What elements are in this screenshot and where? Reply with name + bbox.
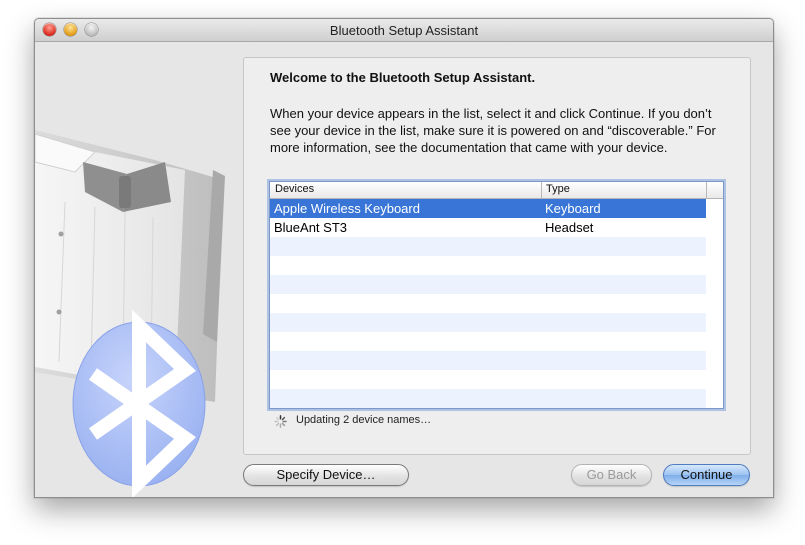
device-name-cell: Apple Wireless Keyboard [274, 201, 420, 216]
empty-row [270, 351, 706, 370]
bluetooth-setup-window: Bluetooth Setup Assistant Welcome to the… [34, 18, 774, 498]
status-text: Updating 2 device names… [296, 414, 432, 426]
empty-row [270, 389, 706, 408]
empty-row [270, 332, 706, 351]
empty-row [270, 313, 706, 332]
go-back-button[interactable]: Go Back [571, 464, 652, 486]
device-name-cell: BlueAnt ST3 [274, 220, 347, 235]
window-title: Bluetooth Setup Assistant [329, 23, 479, 38]
device-type-cell: Keyboard [545, 201, 601, 216]
devices-column-header[interactable]: Devices [275, 183, 314, 195]
instructions-text: When your device appears in the list, se… [270, 106, 716, 155]
column-divider [706, 182, 707, 198]
device-type-cell: Headset [545, 220, 594, 235]
device-table[interactable]: Devices Type Apple Wireless Keyboard Key… [269, 181, 724, 409]
table-row[interactable]: Apple Wireless Keyboard Keyboard [270, 199, 706, 218]
spinner-icon [274, 415, 287, 428]
continue-button[interactable]: Continue [663, 464, 750, 486]
specify-device-button[interactable]: Specify Device… [243, 464, 409, 486]
type-column-header[interactable]: Type [546, 183, 570, 195]
empty-row [270, 237, 706, 256]
table-header: Devices Type [270, 182, 723, 199]
empty-row [270, 275, 706, 294]
bluetooth-butler-icon [35, 130, 225, 497]
content-panel: Welcome to the Bluetooth Setup Assistant… [243, 57, 751, 455]
empty-row [270, 370, 706, 389]
empty-row [270, 256, 706, 275]
table-row[interactable]: BlueAnt ST3 Headset [270, 218, 706, 237]
empty-row [270, 294, 706, 313]
welcome-heading: Welcome to the Bluetooth Setup Assistant… [270, 70, 536, 85]
title-bar[interactable]: Bluetooth Setup Assistant [35, 19, 773, 42]
column-divider [541, 182, 542, 198]
